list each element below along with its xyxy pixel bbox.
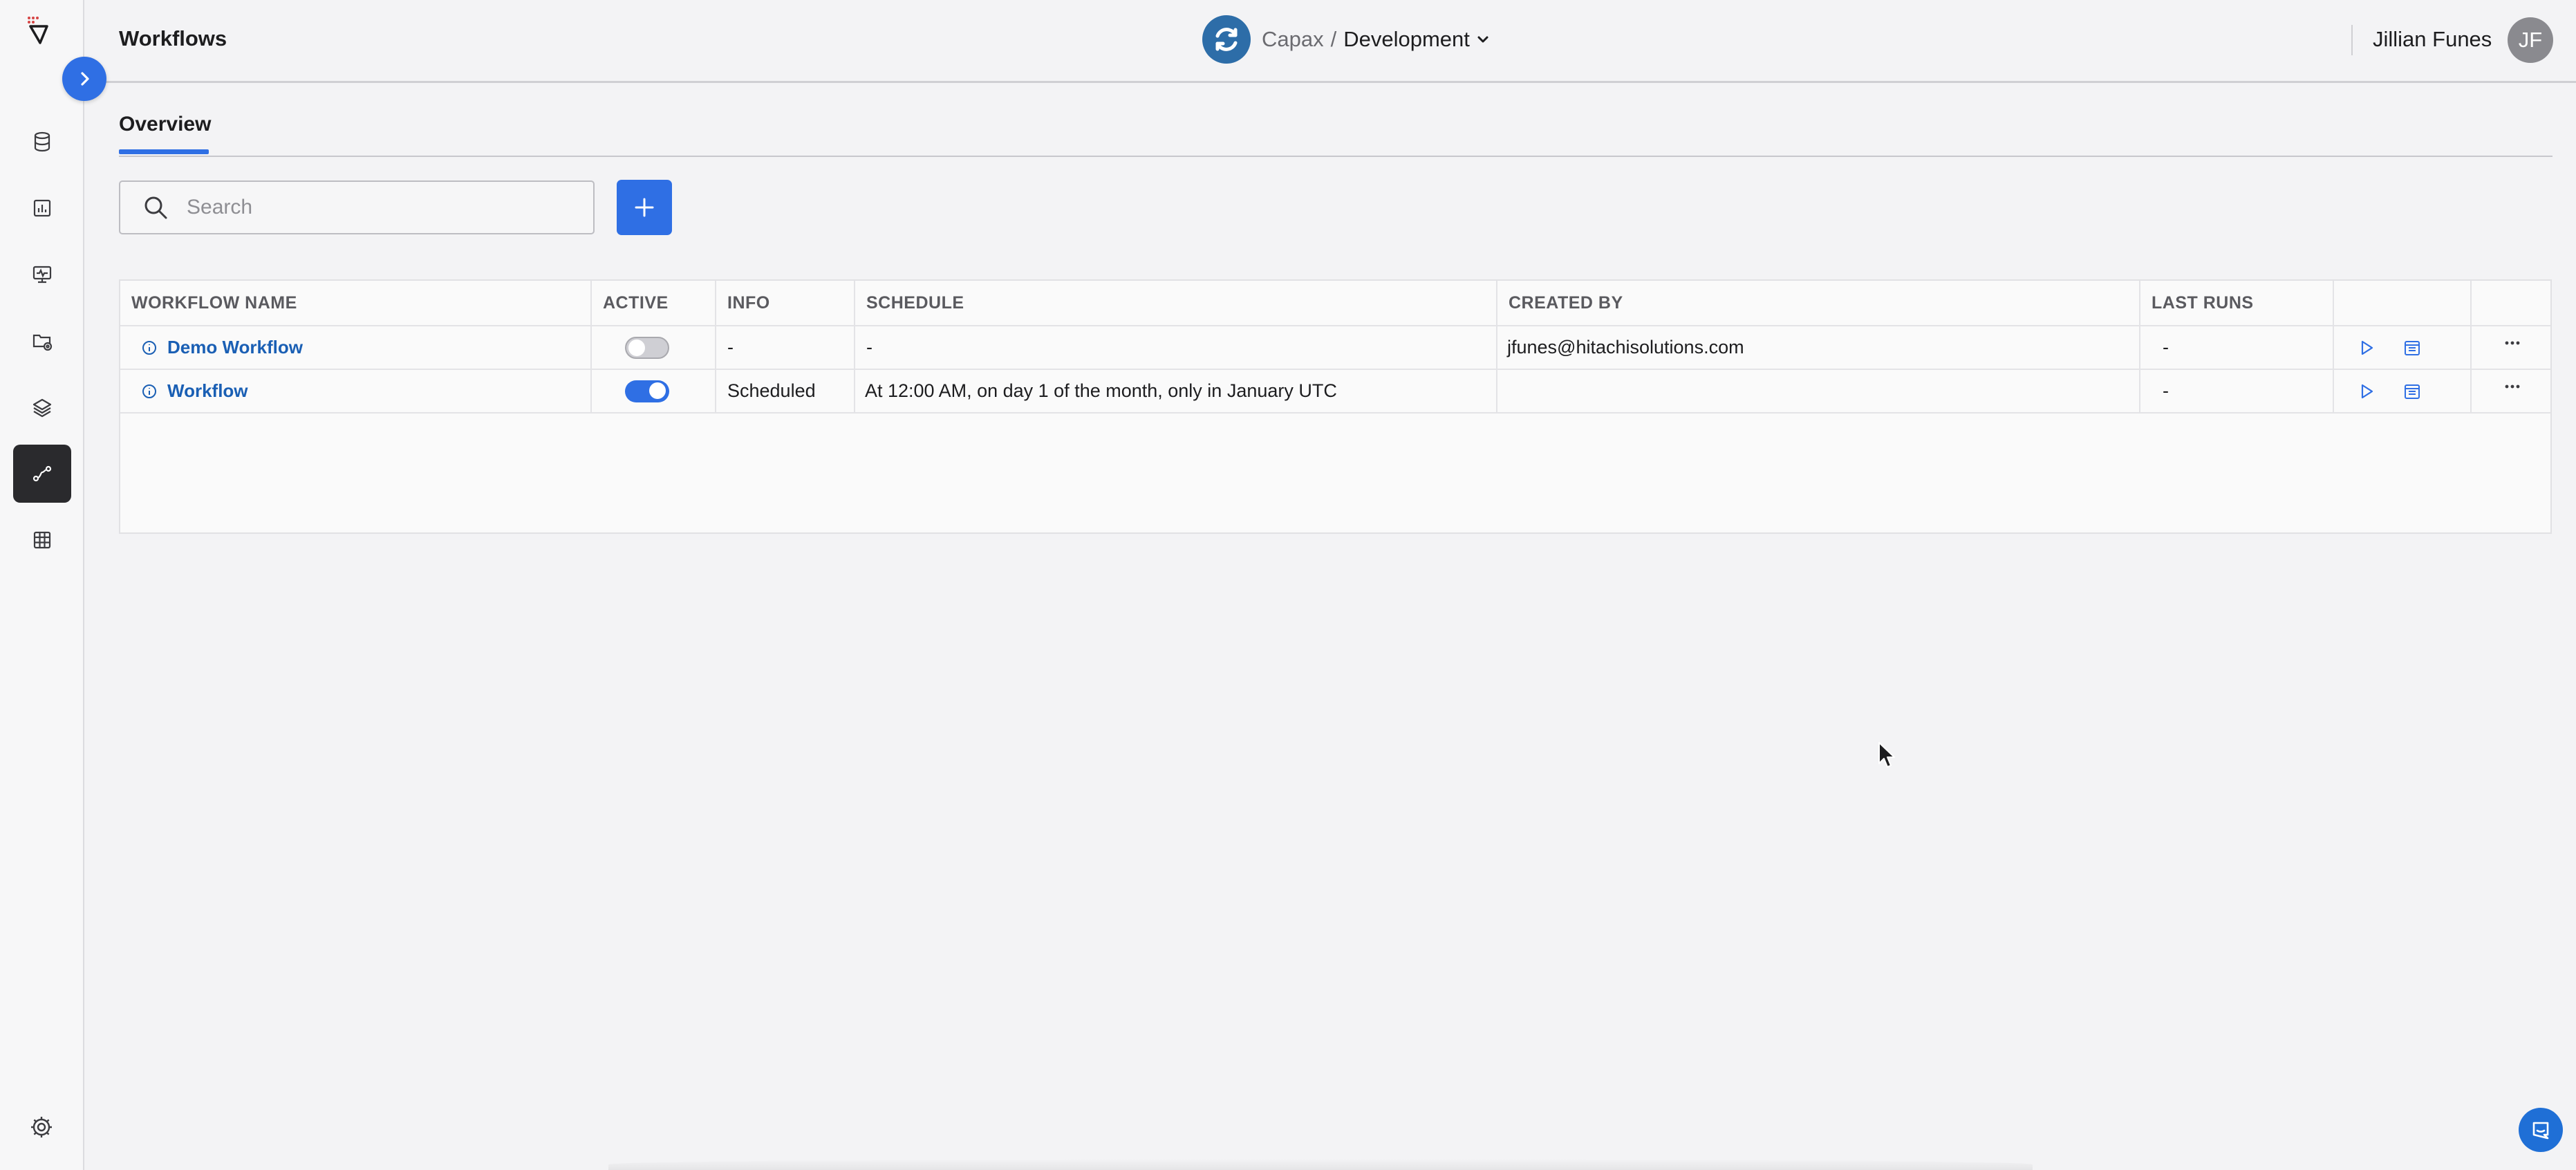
sidebar-item-layers[interactable]	[13, 378, 71, 436]
gear-icon[interactable]	[29, 1115, 54, 1140]
header-more	[2472, 281, 2553, 325]
sidebar	[0, 0, 84, 1170]
tab-active-indicator	[119, 149, 209, 154]
workflow-name-link[interactable]: Workflow	[167, 380, 248, 402]
plus-icon	[635, 198, 654, 217]
workflow-icon	[32, 465, 52, 482]
monitor-icon	[32, 266, 52, 284]
project-environment: Development	[1343, 27, 1470, 51]
sync-icon	[1215, 28, 1238, 51]
play-icon[interactable]	[2356, 337, 2377, 358]
folder-settings-icon	[32, 334, 53, 351]
actions-cell	[2334, 370, 2472, 412]
tab-divider	[119, 156, 2552, 157]
more-cell	[2472, 370, 2553, 412]
actions-cell	[2334, 326, 2472, 369]
table-row: Workflow Scheduled At 12:00 AM, on day 1…	[120, 370, 2550, 414]
header-last-runs[interactable]: LAST RUNS	[2140, 281, 2334, 325]
workflow-name-link[interactable]: Demo Workflow	[167, 337, 303, 358]
app-logo[interactable]	[26, 15, 57, 46]
add-workflow-button[interactable]	[617, 180, 672, 235]
last-runs-cell: -	[2140, 326, 2334, 369]
created-by-cell	[1497, 370, 2140, 412]
workflow-name-cell: Workflow	[120, 370, 592, 412]
sidebar-item-tables[interactable]	[13, 511, 71, 569]
sidebar-item-database[interactable]	[13, 113, 71, 171]
user-name[interactable]: Jillian Funes	[2373, 27, 2492, 52]
sidebar-item-workflows[interactable]	[13, 445, 71, 503]
table-grid-icon	[33, 531, 51, 549]
info-icon[interactable]	[141, 383, 158, 400]
project-switcher[interactable]: Capax / Development	[1202, 15, 1491, 64]
chat-icon	[2532, 1122, 2549, 1140]
chat-support-button[interactable]	[2519, 1108, 2563, 1152]
header-actions	[2334, 281, 2472, 325]
more-options-icon[interactable]	[2502, 376, 2523, 397]
chart-icon	[33, 199, 51, 217]
header-active[interactable]: ACTIVE	[592, 281, 716, 325]
active-toggle[interactable]	[625, 380, 669, 402]
layers-icon	[32, 398, 52, 418]
created-by-cell: jfunes@hitachisolutions.com	[1497, 326, 2140, 369]
schedule-cell: At 12:00 AM, on day 1 of the month, only…	[855, 370, 1497, 412]
more-cell	[2472, 326, 2553, 369]
last-runs-cell: -	[2140, 370, 2334, 412]
tab-overview[interactable]: Overview	[119, 113, 211, 136]
active-cell	[592, 326, 716, 369]
play-icon[interactable]	[2356, 381, 2377, 402]
page-title: Workflows	[119, 26, 227, 50]
toggle-knob	[628, 339, 645, 356]
project-logo	[1202, 15, 1251, 64]
header-divider	[2351, 25, 2353, 55]
project-org: Capax	[1262, 27, 1324, 51]
active-toggle[interactable]	[625, 336, 669, 359]
project-separator: /	[1330, 27, 1337, 51]
sidebar-item-files[interactable]	[13, 312, 71, 370]
avatar[interactable]: JF	[2508, 17, 2553, 63]
table-header-row: WORKFLOW NAME ACTIVE INFO SCHEDULE CREAT…	[120, 281, 2550, 326]
header-schedule[interactable]: SCHEDULE	[855, 281, 1497, 325]
sidebar-item-reports[interactable]	[13, 179, 71, 237]
header-created-by[interactable]: CREATED BY	[1497, 281, 2140, 325]
bottom-shadow	[608, 1159, 2033, 1170]
search-input[interactable]	[185, 195, 575, 220]
more-options-icon[interactable]	[2502, 333, 2523, 353]
search-icon	[144, 196, 167, 219]
schedule-cell: -	[855, 326, 1497, 369]
info-cell: -	[716, 326, 855, 369]
mouse-cursor-icon	[1878, 742, 1895, 768]
info-icon[interactable]	[141, 340, 158, 356]
table-row: Demo Workflow - - jfunes@hitachisolution…	[120, 326, 2550, 370]
workflow-name-cell: Demo Workflow	[120, 326, 592, 369]
toggle-knob	[649, 382, 666, 399]
header-workflow-name[interactable]: WORKFLOW NAME	[120, 281, 592, 325]
info-cell: Scheduled	[716, 370, 855, 412]
chevron-right-icon	[81, 72, 89, 86]
top-bar: Workflows Capax / Development Jillian Fu…	[84, 0, 2576, 83]
calendar-icon[interactable]	[2402, 381, 2423, 402]
active-cell	[592, 370, 716, 412]
expand-sidebar-button[interactable]	[62, 57, 106, 101]
workflows-table: WORKFLOW NAME ACTIVE INFO SCHEDULE CREAT…	[119, 279, 2552, 534]
search-box[interactable]	[119, 180, 595, 234]
sidebar-item-monitoring[interactable]	[13, 245, 71, 304]
header-info[interactable]: INFO	[716, 281, 855, 325]
database-icon	[34, 131, 50, 152]
chevron-down-icon	[1477, 36, 1488, 43]
calendar-icon[interactable]	[2402, 337, 2423, 358]
